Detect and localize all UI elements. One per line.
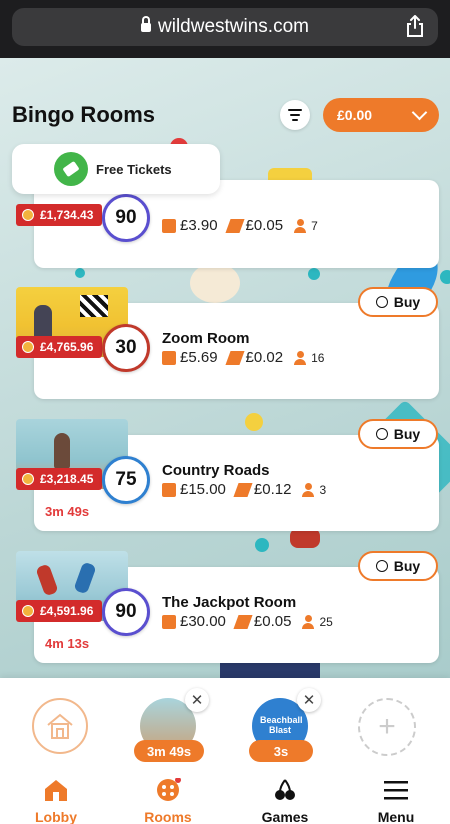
filter-button[interactable] — [280, 100, 310, 130]
ball-count-badge: 75 — [102, 456, 150, 504]
coins-icon — [22, 605, 34, 617]
bingo-ball-icon — [157, 777, 181, 801]
jackpot-badge: £1,734.43 — [16, 204, 102, 226]
balance-value: £0.00 — [337, 107, 373, 123]
room-countdown: 4m 13s — [45, 636, 90, 651]
address-bar[interactable]: wildwestwins.com — [12, 8, 438, 46]
jackpot-badge: £3,218.45 — [16, 468, 102, 490]
coins-icon — [22, 341, 34, 353]
ball-count-badge: 90 — [102, 194, 150, 242]
timer-icon — [375, 428, 388, 440]
players-icon — [293, 218, 307, 233]
close-game-button[interactable]: ✕ — [297, 688, 321, 712]
room-stats: £30.00 £0.05 25 — [162, 613, 333, 630]
ticket-price-icon — [224, 218, 245, 233]
url-text: wildwestwins.com — [158, 16, 309, 37]
home-icon — [47, 713, 73, 739]
page-title: Bingo Rooms — [12, 102, 155, 127]
nav-label: Games — [261, 809, 309, 824]
ball-count-badge: 90 — [102, 588, 150, 636]
timer-icon — [375, 296, 388, 308]
room-countdown: 3m 49s — [45, 504, 90, 519]
balance-dropdown[interactable]: £0.00 — [323, 98, 439, 132]
nav-lobby[interactable]: Lobby — [16, 778, 96, 824]
jackpot-badge: £4,765.96 — [16, 336, 102, 358]
ticket-icon — [54, 152, 88, 186]
nav-games[interactable]: Games — [245, 778, 325, 824]
game-logo-text: Beachball Blast — [260, 715, 303, 735]
players-icon — [293, 350, 307, 365]
buy-button[interactable]: Buy — [358, 287, 438, 317]
nav-label: Lobby — [35, 809, 77, 824]
hamburger-menu-icon — [384, 781, 408, 800]
nav-label: Rooms — [144, 809, 192, 824]
close-game-button[interactable]: ✕ — [185, 688, 209, 712]
add-game-button[interactable]: + — [358, 698, 416, 756]
chevron-down-icon — [411, 104, 428, 121]
share-icon[interactable] — [406, 15, 424, 37]
buy-button[interactable]: Buy — [358, 551, 438, 581]
cherries-icon — [275, 779, 295, 800]
timer-icon — [375, 560, 388, 572]
room-stats: £5.69 £0.02 16 — [162, 349, 324, 366]
game-timer: 3m 49s — [134, 740, 204, 762]
gift-icon — [162, 614, 176, 629]
room-stats: £15.00 £0.12 3 — [162, 481, 326, 498]
room-stats: £3.90 £0.05 7 — [162, 217, 318, 234]
home-icon — [45, 780, 67, 801]
ticket-price-icon — [233, 614, 253, 629]
gift-icon — [162, 350, 176, 365]
buy-button[interactable]: Buy — [358, 419, 438, 449]
nav-rooms[interactable]: Rooms — [128, 777, 208, 824]
coins-icon — [22, 209, 34, 221]
nav-label: Menu — [377, 809, 415, 824]
players-icon — [301, 614, 315, 629]
ticket-price-icon — [224, 350, 245, 365]
gift-icon — [162, 482, 176, 497]
players-icon — [301, 482, 315, 497]
lock-icon — [141, 16, 151, 33]
room-name: Country Roads — [162, 462, 270, 479]
game-timer: 3s — [249, 740, 313, 762]
nav-menu[interactable]: Menu — [356, 778, 436, 824]
room-name: Zoom Room — [162, 330, 250, 347]
room-name: The Jackpot Room — [162, 594, 297, 611]
lobby-shortcut[interactable] — [32, 698, 88, 754]
gift-icon — [162, 218, 176, 233]
browser-bar: wildwestwins.com — [0, 0, 450, 58]
jackpot-badge: £4,591.96 — [16, 600, 102, 622]
coins-icon — [22, 473, 34, 485]
free-tickets-label: Free Tickets — [96, 161, 172, 177]
ball-count-badge: 30 — [102, 324, 150, 372]
ticket-price-icon — [233, 482, 253, 497]
free-tickets-button[interactable]: Free Tickets — [12, 144, 220, 194]
